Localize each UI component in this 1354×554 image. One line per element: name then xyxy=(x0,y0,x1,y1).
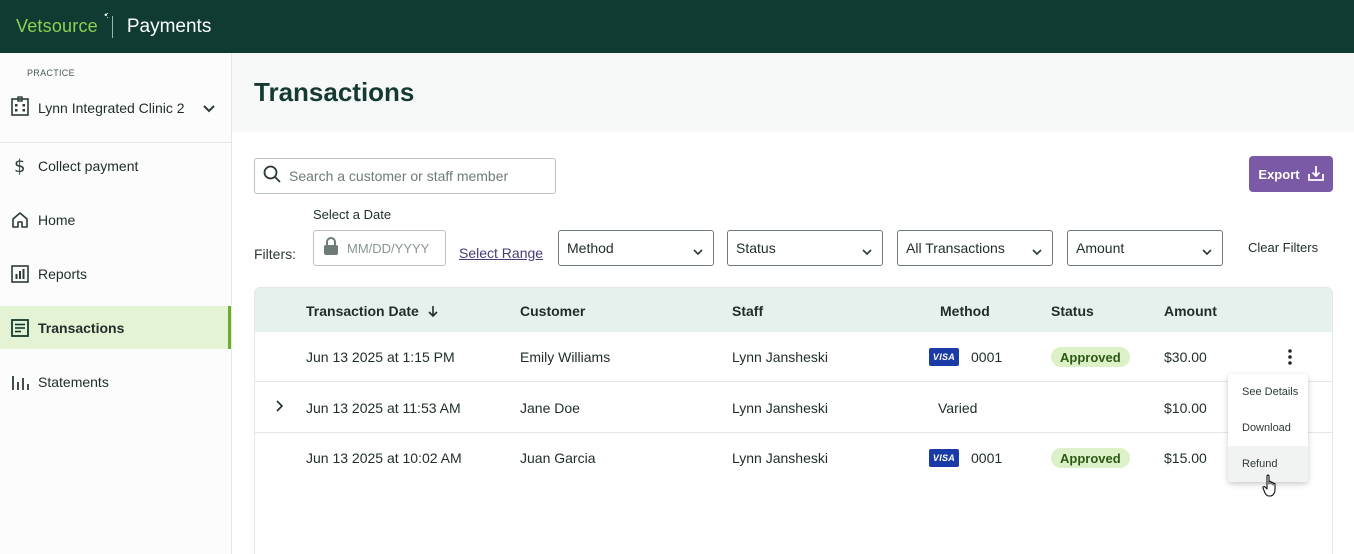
table-row[interactable]: Jun 13 2025 at 11:53 AM Jane Doe Lynn Ja… xyxy=(255,383,1332,433)
method-dropdown-label: Method xyxy=(567,240,614,256)
sidebar-item-label: Transactions xyxy=(38,319,125,336)
status-badge: Approved xyxy=(1051,448,1130,468)
row-date: Jun 13 2025 at 1:15 PM xyxy=(306,349,455,365)
sidebar-item-label: Collect payment xyxy=(38,157,139,174)
menu-item-download[interactable]: Download xyxy=(1228,410,1308,446)
column-header-date[interactable]: Transaction Date xyxy=(306,303,439,319)
sidebar-item-label: Home xyxy=(38,211,76,228)
export-label: Export xyxy=(1258,166,1300,182)
sort-arrow-down-icon xyxy=(423,303,439,319)
column-header-customer[interactable]: Customer xyxy=(520,303,585,319)
row-staff: Lynn Jansheski xyxy=(732,450,828,466)
building-icon xyxy=(11,95,29,121)
table-row[interactable]: Jun 13 2025 at 10:02 AM Juan Garcia Lynn… xyxy=(255,433,1332,483)
status-dropdown-label: Status xyxy=(736,240,776,256)
search-icon xyxy=(263,165,281,188)
sidebar-item-transactions[interactable]: Transactions xyxy=(0,306,231,349)
row-staff: Lynn Jansheski xyxy=(732,349,828,365)
row-card-last4: 0001 xyxy=(971,349,1003,365)
date-input[interactable] xyxy=(347,240,442,256)
table-row[interactable]: Jun 13 2025 at 1:15 PM Emily Williams Ly… xyxy=(255,332,1332,382)
sidebar-item-statements[interactable]: Statements xyxy=(0,360,231,403)
sidebar-item-collect-payment[interactable]: $ Collect payment xyxy=(0,144,231,187)
chevron-down-icon xyxy=(693,243,703,259)
filters-label: Filters: xyxy=(254,246,296,262)
column-header-status[interactable]: Status xyxy=(1051,303,1094,319)
page-title: Transactions xyxy=(254,77,415,107)
column-header-method[interactable]: Method xyxy=(940,303,990,319)
amount-dropdown-label: Amount xyxy=(1076,240,1125,256)
practice-selector[interactable]: Lynn Integrated Clinic 2 xyxy=(0,89,231,127)
brand-sparkle-icon: •: xyxy=(104,10,109,20)
top-bar: Vetsource •: Payments xyxy=(0,0,1354,53)
transactions-table: Transaction Date Customer Staff Method S… xyxy=(254,287,1333,554)
export-button[interactable]: Export xyxy=(1249,156,1333,192)
brand-logo[interactable]: Vetsource •: xyxy=(16,10,109,37)
sidebar-item-home[interactable]: Home xyxy=(0,198,231,241)
page-header: Transactions xyxy=(232,53,1354,132)
column-header-label: Transaction Date xyxy=(306,303,419,319)
column-header-staff[interactable]: Staff xyxy=(732,303,763,319)
practice-name: Lynn Integrated Clinic 2 xyxy=(38,100,185,116)
kebab-menu-icon[interactable] xyxy=(1285,348,1295,369)
svg-text:$: $ xyxy=(14,156,25,176)
clear-filters-button[interactable]: Clear Filters xyxy=(1248,240,1318,255)
chevron-right-icon[interactable] xyxy=(275,399,284,415)
practice-label: PRACTICE xyxy=(27,68,75,78)
hand-cursor-icon xyxy=(1262,474,1280,503)
date-field[interactable] xyxy=(313,230,446,266)
row-amount: $30.00 xyxy=(1164,349,1207,365)
sidebar-divider xyxy=(0,142,231,143)
transactions-dropdown-label: All Transactions xyxy=(906,240,1005,256)
receipt-icon xyxy=(10,318,30,338)
row-customer: Emily Williams xyxy=(520,349,611,365)
product-name: Payments xyxy=(126,15,212,37)
date-label: Select a Date xyxy=(313,207,392,222)
brand-name: Vetsource xyxy=(16,16,98,36)
table-header: Transaction Date Customer Staff Method S… xyxy=(255,288,1332,332)
sidebar-item-label: Statements xyxy=(38,373,109,390)
row-customer: Jane Doe xyxy=(520,400,580,416)
search-box[interactable] xyxy=(254,158,556,194)
row-amount: $10.00 xyxy=(1164,400,1207,416)
visa-card-icon: VISA xyxy=(929,348,959,366)
home-icon xyxy=(10,210,30,230)
transactions-dropdown[interactable]: All Transactions xyxy=(897,230,1053,266)
lock-icon xyxy=(323,236,339,260)
row-customer: Juan Garcia xyxy=(520,450,596,466)
brand-divider xyxy=(111,15,113,38)
column-header-amount[interactable]: Amount xyxy=(1164,303,1217,319)
bar-chart-icon xyxy=(10,372,30,392)
sidebar-item-reports[interactable]: Reports xyxy=(0,252,231,295)
sidebar-item-label: Reports xyxy=(38,265,88,282)
sidebar: PRACTICE Lynn Integrated Clinic 2 $ Coll… xyxy=(0,53,232,554)
chevron-down-icon xyxy=(1032,243,1042,259)
row-method: Varied xyxy=(938,400,978,416)
download-icon xyxy=(1307,165,1324,184)
menu-item-see-details[interactable]: See Details xyxy=(1228,374,1308,410)
row-card-last4: 0001 xyxy=(971,450,1003,466)
chevron-down-icon xyxy=(203,100,215,118)
row-action-menu: See Details Download Refund xyxy=(1228,374,1308,482)
status-dropdown[interactable]: Status xyxy=(727,230,883,266)
chevron-down-icon xyxy=(862,243,872,259)
amount-dropdown[interactable]: Amount xyxy=(1067,230,1223,266)
chevron-down-icon xyxy=(1202,243,1212,259)
row-staff: Lynn Jansheski xyxy=(732,400,828,416)
reports-icon xyxy=(10,264,30,284)
select-range-link[interactable]: Select Range xyxy=(459,245,543,261)
dollar-icon: $ xyxy=(10,156,30,176)
row-amount: $15.00 xyxy=(1164,450,1207,466)
search-input[interactable] xyxy=(289,168,549,184)
visa-card-icon: VISA xyxy=(929,449,959,467)
row-date: Jun 13 2025 at 11:53 AM xyxy=(306,400,461,416)
row-date: Jun 13 2025 at 10:02 AM xyxy=(306,450,462,466)
method-dropdown[interactable]: Method xyxy=(558,230,714,266)
status-badge: Approved xyxy=(1051,347,1130,367)
